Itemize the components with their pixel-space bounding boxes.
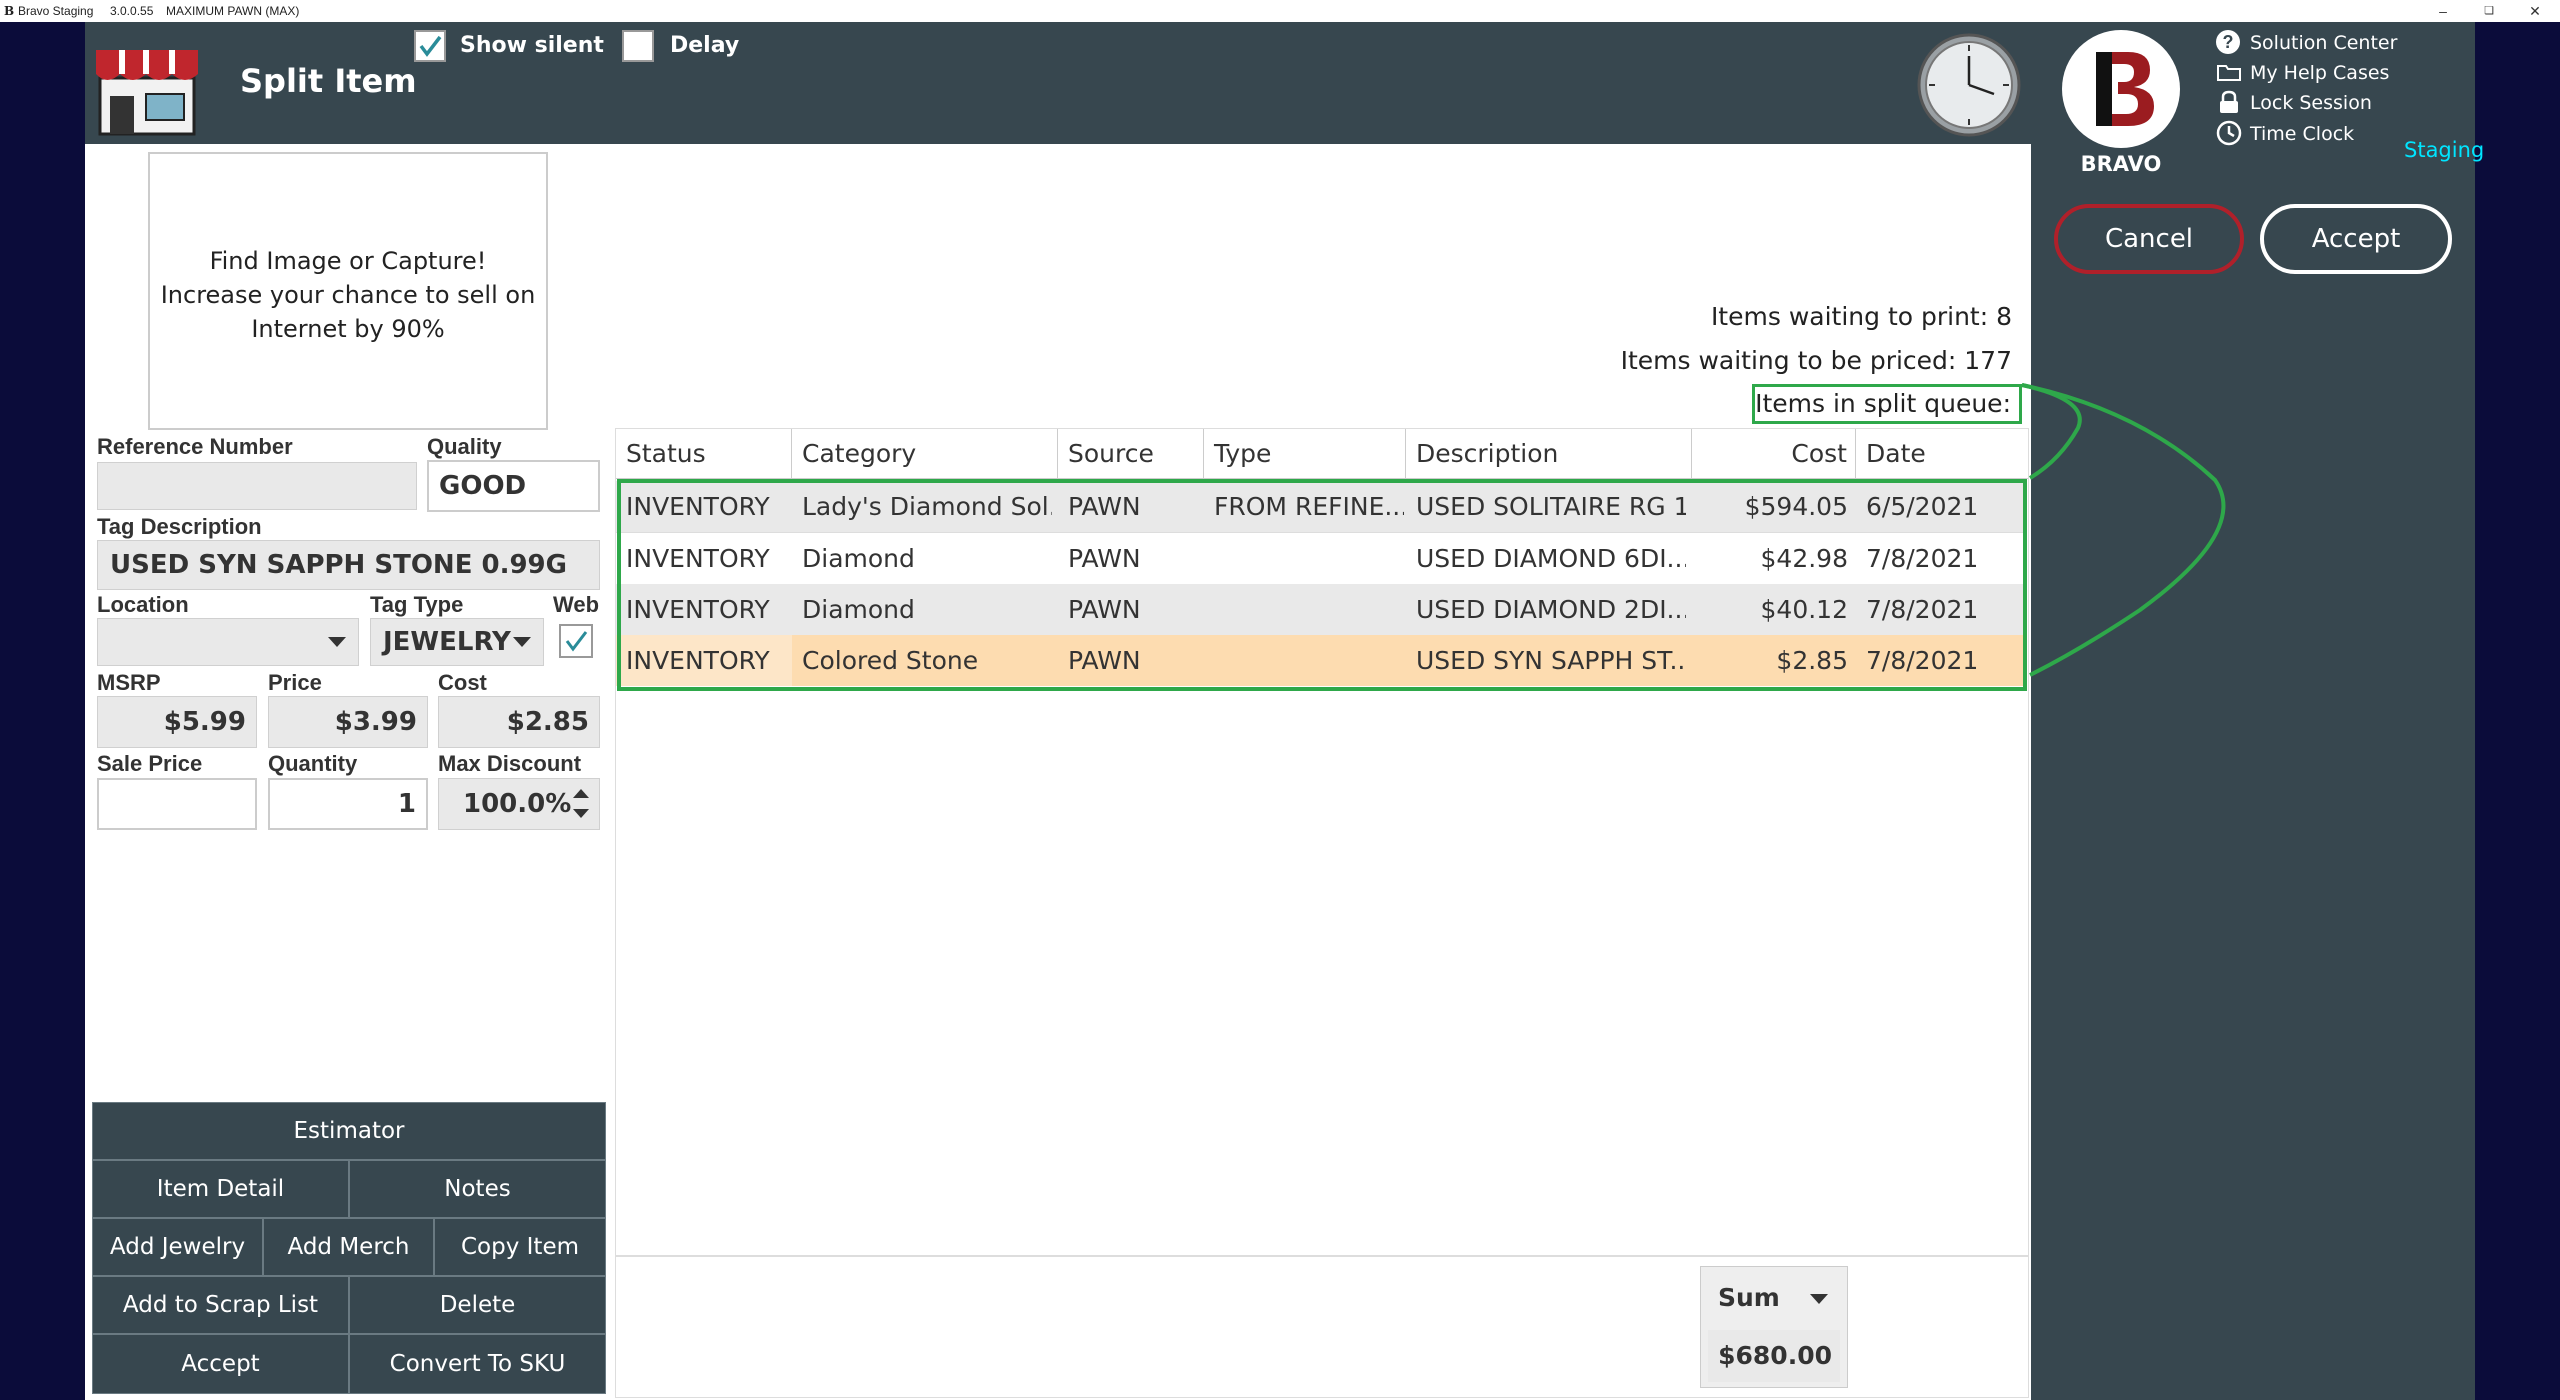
- column-header-cost[interactable]: Cost: [1692, 429, 1856, 479]
- stepper-up-icon[interactable]: [573, 789, 589, 798]
- estimator-button[interactable]: Estimator: [92, 1102, 606, 1160]
- restore-button[interactable]: ❏: [2466, 0, 2512, 22]
- msrp-label: MSRP: [97, 670, 161, 695]
- page-title: Split Item: [240, 62, 417, 100]
- column-header-category[interactable]: Category: [792, 429, 1058, 479]
- copy-item-button[interactable]: Copy Item: [434, 1218, 606, 1276]
- stepper-down-icon[interactable]: [573, 809, 589, 818]
- my-help-cases-link[interactable]: My Help Cases: [2250, 62, 2389, 84]
- column-header-description[interactable]: Description: [1406, 429, 1692, 479]
- location-select[interactable]: [97, 618, 359, 666]
- close-window-button[interactable]: ✕: [2512, 0, 2558, 22]
- show-silent-label: Show silent: [460, 33, 604, 58]
- items-waiting-to-print: Items waiting to print: 8: [1710, 302, 2012, 331]
- chevron-down-icon: [513, 637, 531, 647]
- aggregate-select[interactable]: Sum: [1708, 1272, 1840, 1324]
- title-bar: B Bravo Staging 3.0.0.55 MAXIMUM PAWN (M…: [0, 0, 2560, 22]
- add-to-scrap-list-button[interactable]: Add to Scrap List: [92, 1276, 349, 1334]
- check-icon: [419, 35, 442, 57]
- bravo-logo-text: BRAVO: [2080, 152, 2162, 176]
- column-header-date[interactable]: Date: [1856, 429, 2028, 479]
- notes-button[interactable]: Notes: [349, 1160, 606, 1218]
- minimize-button[interactable]: –: [2420, 0, 2466, 22]
- quantity-label: Quantity: [268, 751, 358, 776]
- cost-label: Cost: [438, 670, 487, 695]
- tag-description-label: Tag Description: [97, 514, 262, 539]
- quality-field[interactable]: GOOD: [427, 460, 600, 512]
- bravo-logo: [2062, 30, 2180, 148]
- delay-label: Delay: [670, 33, 740, 58]
- items-in-split-queue: Items in split queue: 4: [1752, 384, 2022, 452]
- lock-icon: [2218, 90, 2240, 119]
- cost-field[interactable]: $2.85: [438, 696, 600, 748]
- check-icon: [565, 631, 588, 652]
- folder-icon: [2216, 62, 2242, 87]
- chevron-down-icon: [328, 637, 346, 647]
- price-field[interactable]: $3.99: [268, 696, 428, 748]
- tag-type-label: Tag Type: [370, 592, 464, 617]
- accept-button[interactable]: Accept: [2260, 204, 2452, 274]
- column-header-status[interactable]: Status: [616, 429, 792, 479]
- clock-icon[interactable]: [1916, 32, 2022, 138]
- app-name: Bravo Staging: [18, 4, 94, 18]
- items-waiting-to-be-priced: Items waiting to be priced: 177: [1620, 346, 2012, 375]
- column-header-source[interactable]: Source: [1058, 429, 1204, 479]
- sum-value: $680.00: [1708, 1330, 1840, 1382]
- environment-label: Staging: [2404, 138, 2485, 162]
- reference-number-label: Reference Number: [97, 434, 293, 459]
- delete-button[interactable]: Delete: [349, 1276, 606, 1334]
- web-checkbox[interactable]: [559, 624, 593, 658]
- max-discount-value: 100.0%: [463, 789, 572, 819]
- app-icon: B: [4, 4, 15, 18]
- image-capture-box[interactable]: Find Image or Capture! Increase your cha…: [148, 152, 548, 430]
- cancel-button[interactable]: Cancel: [2054, 204, 2244, 274]
- add-jewelry-button[interactable]: Add Jewelry: [92, 1218, 263, 1276]
- item-detail-button[interactable]: Item Detail: [92, 1160, 349, 1218]
- convert-to-sku-button[interactable]: Convert To SKU: [349, 1334, 606, 1394]
- split-queue-table: Status Category Source Type Description …: [615, 428, 2029, 1256]
- rows-highlight-box: [617, 479, 2027, 691]
- max-discount-label: Max Discount: [438, 751, 582, 776]
- help-icon: ?: [2216, 30, 2240, 54]
- aggregate-label: Sum: [1718, 1283, 1780, 1312]
- image-box-line1: Find Image or Capture!: [209, 247, 487, 275]
- reference-number-field[interactable]: [97, 462, 417, 510]
- quantity-field[interactable]: 1: [268, 778, 428, 830]
- sale-price-label: Sale Price: [97, 751, 203, 776]
- sale-price-field[interactable]: [97, 778, 257, 830]
- price-label: Price: [268, 670, 322, 695]
- annotation-arrow: [2021, 383, 2226, 677]
- app-version: 3.0.0.55: [110, 4, 154, 18]
- tag-description-field[interactable]: USED SYN SAPPH STONE 0.99G: [97, 540, 600, 590]
- image-box-line3: Internet by 90%: [251, 315, 445, 343]
- add-merch-button[interactable]: Add Merch: [263, 1218, 434, 1276]
- store-name: MAXIMUM PAWN (MAX): [166, 4, 300, 18]
- chevron-down-icon: [1810, 1294, 1828, 1304]
- delay-checkbox[interactable]: [622, 30, 654, 62]
- table-header: Status Category Source Type Description …: [616, 429, 2028, 479]
- max-discount-stepper[interactable]: 100.0%: [438, 778, 600, 830]
- tag-type-select[interactable]: JEWELRY: [370, 618, 544, 666]
- lock-session-link[interactable]: Lock Session: [2250, 92, 2372, 114]
- tag-type-value: JEWELRY: [383, 627, 511, 657]
- web-label: Web: [553, 592, 600, 617]
- accept-item-button[interactable]: Accept: [92, 1334, 349, 1394]
- column-header-type[interactable]: Type: [1204, 429, 1406, 479]
- solution-center-link[interactable]: Solution Center: [2250, 32, 2397, 54]
- quality-label: Quality: [427, 434, 502, 459]
- msrp-field[interactable]: $5.99: [97, 696, 257, 748]
- time-clock-icon: [2216, 120, 2242, 151]
- time-clock-link[interactable]: Time Clock: [2250, 123, 2354, 145]
- image-box-line2: Increase your chance to sell on: [160, 281, 536, 309]
- store-icon: [92, 30, 202, 138]
- show-silent-checkbox[interactable]: [414, 30, 446, 62]
- location-label: Location: [97, 592, 189, 617]
